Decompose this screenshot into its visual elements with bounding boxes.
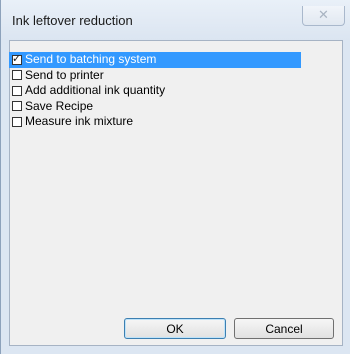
- list-item-add-additional-ink-quantity[interactable]: Add additional ink quantity: [9, 83, 301, 99]
- option-label: Send to batching system: [25, 52, 157, 67]
- option-label: Send to printer: [25, 67, 104, 82]
- close-button[interactable]: ✕: [302, 6, 345, 26]
- option-checkbox[interactable]: [12, 101, 22, 112]
- option-label: Add additional ink quantity: [25, 83, 166, 98]
- list-item-save-recipe[interactable]: Save Recipe: [9, 99, 301, 115]
- list-item-measure-ink-mixture[interactable]: Measure ink mixture: [9, 114, 301, 130]
- dialog-window: Ink leftover reduction ✕ ✓ Send to batch…: [0, 0, 350, 354]
- option-checkbox[interactable]: ✓: [12, 52, 22, 65]
- option-label: Save Recipe: [25, 98, 94, 113]
- check-mark-icon: ✓: [12, 52, 22, 65]
- option-checkbox[interactable]: [12, 85, 22, 96]
- ok-button[interactable]: OK: [124, 318, 226, 339]
- dialog-title: Ink leftover reduction: [12, 13, 133, 28]
- list-item-send-to-printer[interactable]: Send to printer: [9, 68, 301, 84]
- option-checkbox[interactable]: [12, 116, 22, 127]
- options-list: ✓ Send to batching system Send to printe…: [9, 52, 301, 130]
- cancel-button[interactable]: Cancel: [234, 318, 334, 339]
- title-bar[interactable]: Ink leftover reduction ✕: [1, 0, 350, 40]
- option-label: Measure ink mixture: [25, 114, 134, 129]
- list-item-send-to-batching-system[interactable]: ✓ Send to batching system: [9, 52, 301, 68]
- close-icon: ✕: [318, 7, 329, 22]
- option-checkbox[interactable]: [12, 70, 22, 81]
